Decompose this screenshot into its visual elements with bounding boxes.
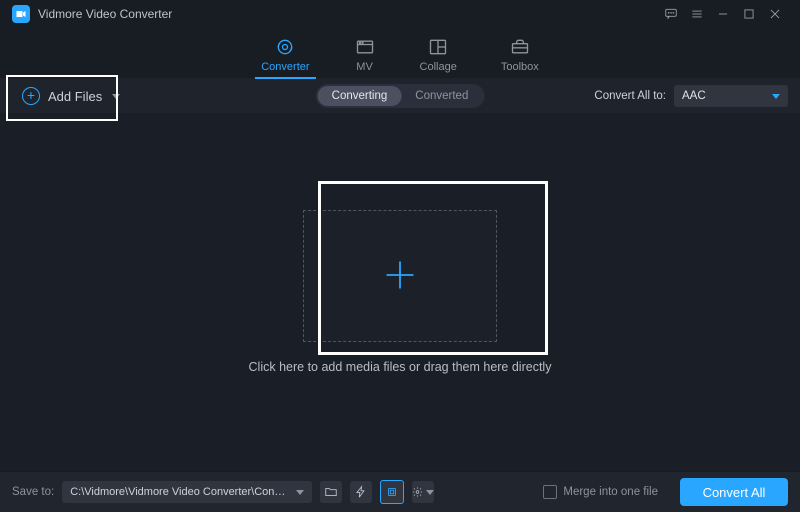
toolbar: Add Files Converting Converted Convert A…	[0, 79, 800, 113]
plus-icon	[382, 257, 418, 296]
tab-label: Toolbox	[501, 61, 539, 73]
plus-circle-icon	[22, 87, 40, 105]
output-format-value: AAC	[682, 90, 706, 102]
title-bar: Vidmore Video Converter	[0, 0, 800, 28]
app-logo	[12, 5, 30, 23]
dropzone-hint: Click here to add media files or drag th…	[249, 360, 552, 374]
lightning-icon	[354, 485, 368, 499]
close-button[interactable]	[762, 5, 788, 23]
main-area: Click here to add media files or drag th…	[0, 113, 800, 471]
chevron-down-icon	[296, 490, 304, 495]
merge-into-one-checkbox[interactable]: Merge into one file	[543, 485, 658, 499]
high-speed-toggle[interactable]	[350, 481, 372, 503]
tab-collage[interactable]: Collage	[420, 36, 457, 78]
tab-toolbox[interactable]: Toolbox	[501, 36, 539, 78]
tab-label: Collage	[420, 61, 457, 73]
save-path-value: C:\Vidmore\Vidmore Video Converter\Conve…	[70, 486, 290, 498]
mode-converted[interactable]: Converted	[401, 86, 482, 106]
tab-label: Converter	[261, 61, 309, 73]
add-media-dropzone[interactable]	[303, 210, 497, 342]
menu-button[interactable]	[684, 5, 710, 23]
maximize-icon	[742, 7, 756, 21]
menu-icon	[690, 7, 704, 21]
maximize-button[interactable]	[736, 5, 762, 23]
checkbox-box	[543, 485, 557, 499]
toolbox-icon	[509, 36, 531, 58]
minimize-icon	[716, 7, 730, 21]
mode-converting[interactable]: Converting	[318, 86, 402, 106]
chevron-down-icon	[112, 94, 120, 99]
tab-converter[interactable]: Converter	[261, 36, 309, 78]
settings-button[interactable]	[412, 481, 434, 503]
save-path-select[interactable]: C:\Vidmore\Vidmore Video Converter\Conve…	[62, 481, 312, 503]
mv-icon	[354, 36, 376, 58]
convert-all-to: Convert All to: AAC	[594, 85, 788, 107]
converter-icon	[274, 36, 296, 58]
gpu-accel-toggle[interactable]	[380, 480, 404, 504]
collage-icon	[427, 36, 449, 58]
footer: Save to: C:\Vidmore\Vidmore Video Conver…	[0, 471, 800, 512]
convert-all-label: Convert All	[703, 485, 766, 500]
convert-all-to-label: Convert All to:	[594, 90, 666, 102]
folder-icon	[324, 485, 338, 499]
save-to-label: Save to:	[12, 486, 54, 498]
tab-label: MV	[356, 61, 373, 73]
merge-label: Merge into one file	[563, 486, 658, 498]
chip-icon	[385, 485, 399, 499]
chevron-down-icon	[426, 490, 434, 495]
convert-all-button[interactable]: Convert All	[680, 478, 788, 506]
open-output-folder-button[interactable]	[320, 481, 342, 503]
main-tabs: Converter MV Collage Toolbox	[0, 28, 800, 79]
chevron-down-icon	[772, 94, 780, 99]
add-files-label: Add Files	[48, 89, 102, 104]
close-icon	[768, 7, 782, 21]
minimize-button[interactable]	[710, 5, 736, 23]
gear-icon	[412, 485, 423, 499]
app-title: Vidmore Video Converter	[38, 7, 172, 21]
camera-icon	[15, 8, 27, 20]
add-files-button[interactable]: Add Files	[12, 81, 130, 111]
output-format-select[interactable]: AAC	[674, 85, 788, 107]
mode-toggle: Converting Converted	[316, 84, 485, 108]
speech-bubble-icon	[664, 7, 678, 21]
tab-mv[interactable]: MV	[354, 36, 376, 78]
feedback-button[interactable]	[658, 5, 684, 23]
